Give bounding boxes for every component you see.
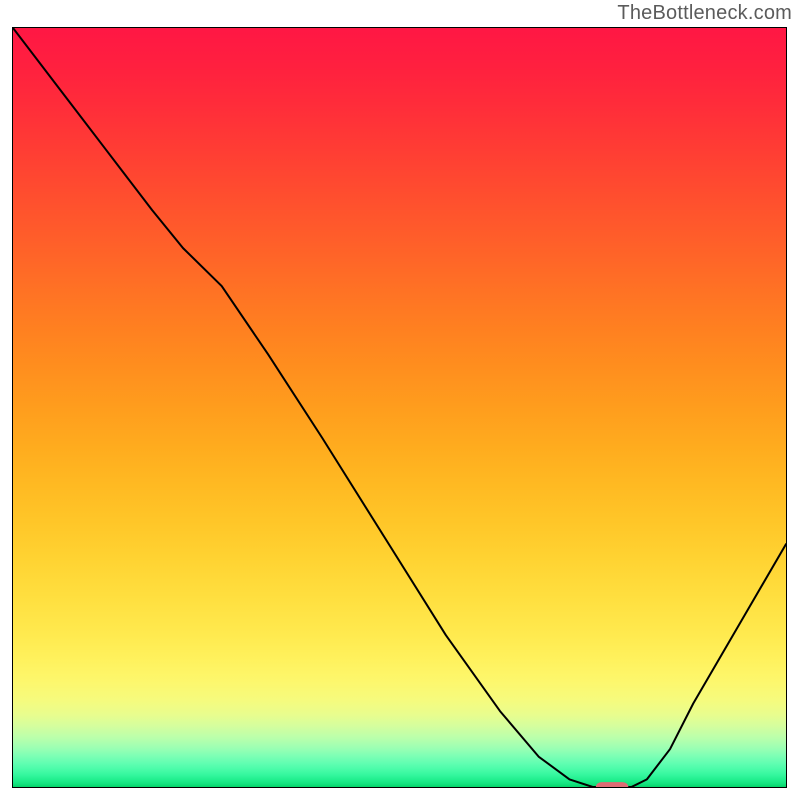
gradient-background	[13, 28, 786, 787]
marker-pill	[596, 782, 628, 787]
chart-frame	[12, 27, 787, 788]
watermark-text: TheBottleneck.com	[617, 2, 792, 25]
chart-canvas	[13, 28, 786, 787]
